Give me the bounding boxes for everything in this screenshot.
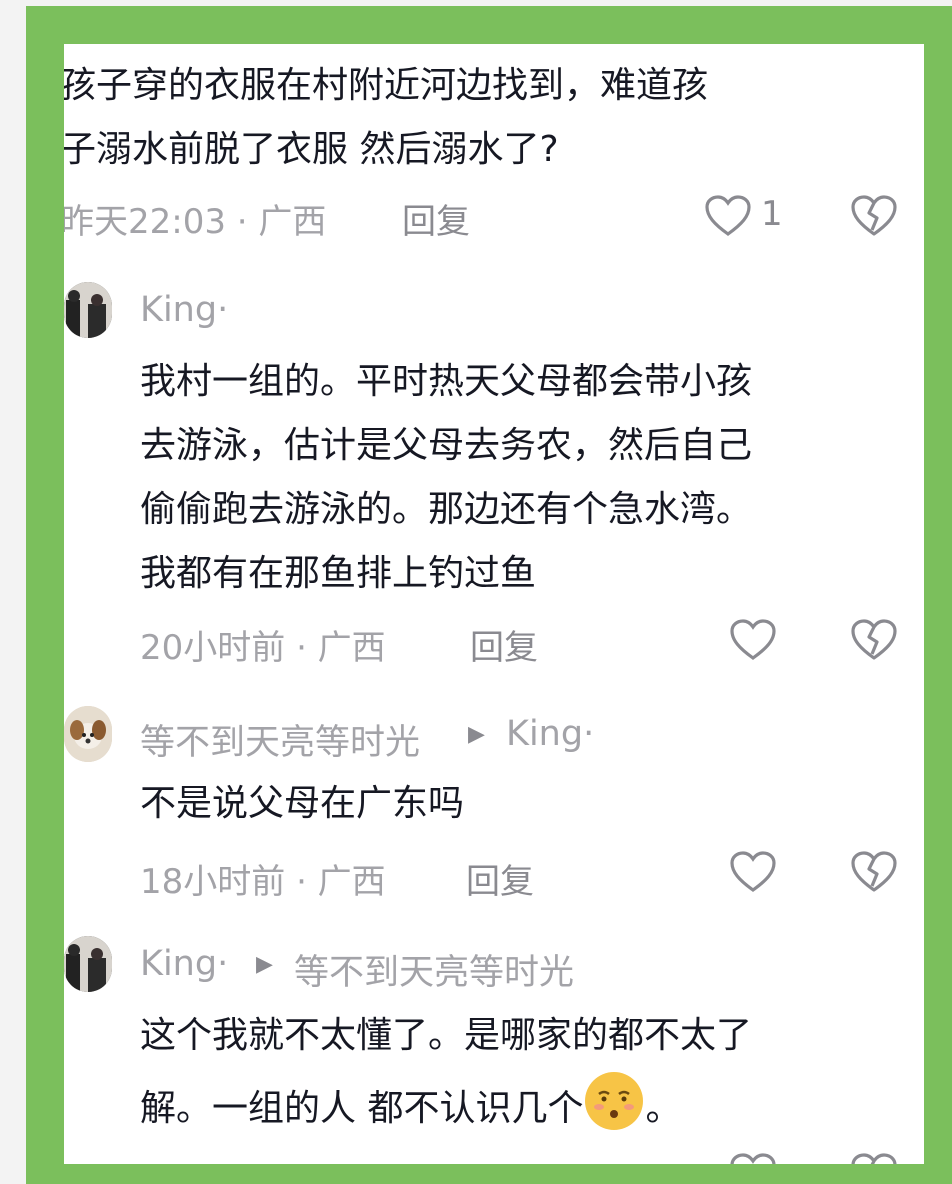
- reply-time-location: 18小时前 · 广西: [140, 862, 386, 902]
- reply-text: 我村一组的。平时热天父母都会带小孩: [140, 361, 753, 402]
- reply-text-segment: 。: [645, 1088, 682, 1129]
- comment-text: 子溺水前脱了衣服 然后溺水了?: [64, 129, 559, 170]
- username[interactable]: King·: [140, 290, 228, 330]
- like-button[interactable]: [729, 618, 777, 662]
- like-button[interactable]: [729, 1152, 777, 1164]
- reply-text-segment: 解。一组的人 都不认识几个: [140, 1088, 584, 1129]
- reply-time-location: 20小时前 · 广西: [140, 628, 386, 668]
- reply-text: 偷偷跑去游泳的。那边还有个急水湾。: [140, 489, 753, 530]
- reply-text: 这个我就不太懂了。是哪家的都不太了: [140, 1015, 753, 1056]
- reply-text: 我都有在那鱼排上钓过鱼: [140, 553, 537, 594]
- reply-to-username[interactable]: King·: [506, 714, 594, 754]
- broken-heart-icon: [850, 194, 898, 238]
- comment-panel: 孩子穿的衣服在村附近河边找到，难道孩 子溺水前脱了衣服 然后溺水了? 昨天22:…: [64, 44, 924, 1164]
- broken-heart-icon: [850, 1152, 898, 1164]
- dislike-button[interactable]: [850, 850, 898, 894]
- broken-heart-icon: [850, 618, 898, 662]
- dislike-button[interactable]: [850, 1152, 898, 1164]
- reply-button[interactable]: 回复: [470, 620, 538, 669]
- username[interactable]: King·: [140, 944, 228, 984]
- smirk-face-emoji: [585, 1072, 644, 1130]
- avatar[interactable]: [64, 706, 112, 762]
- reply-button[interactable]: 回复: [466, 854, 534, 903]
- avatar[interactable]: [64, 936, 112, 992]
- right-triangle-icon: ▶: [256, 952, 273, 977]
- heart-outline-icon: [729, 850, 777, 894]
- dislike-button[interactable]: [850, 618, 898, 662]
- avatar[interactable]: [64, 282, 112, 338]
- like-button[interactable]: [704, 194, 752, 238]
- heart-outline-icon: [729, 618, 777, 662]
- reply-text: 去游泳，估计是父母去务农，然后自己: [140, 425, 753, 466]
- reply-text: 不是说父母在广东吗: [140, 783, 465, 824]
- dislike-button[interactable]: [850, 194, 898, 238]
- right-triangle-icon: ▶: [468, 722, 485, 747]
- comment-text: 孩子穿的衣服在村附近河边找到，难道孩: [64, 65, 709, 106]
- heart-outline-icon: [704, 194, 752, 238]
- username[interactable]: 等不到天亮等时光: [140, 714, 420, 765]
- heart-outline-icon: [729, 1152, 777, 1164]
- like-count: 1: [761, 194, 783, 234]
- comment-time-location: 昨天22:03 · 广西: [64, 202, 327, 242]
- reply-to-username[interactable]: 等不到天亮等时光: [294, 944, 574, 995]
- reply-text: 解。一组的人 都不认识几个 。: [140, 1072, 681, 1141]
- reply-button[interactable]: 回复: [402, 194, 470, 243]
- broken-heart-icon: [850, 850, 898, 894]
- like-button[interactable]: [729, 850, 777, 894]
